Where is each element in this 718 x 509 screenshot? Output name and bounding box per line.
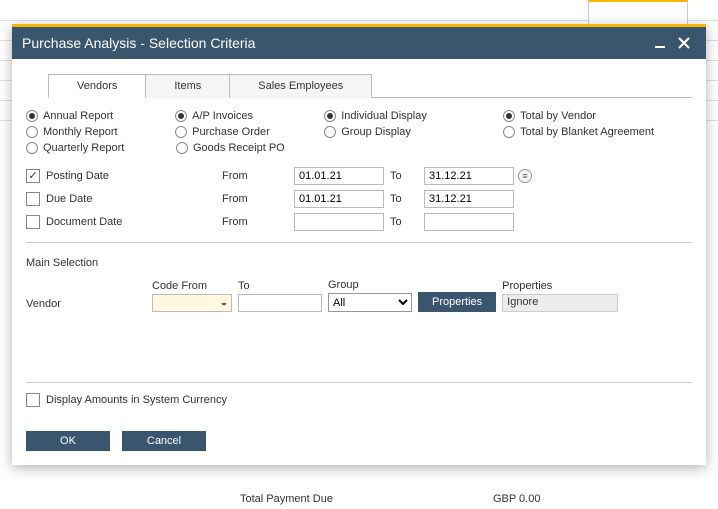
from-label: From xyxy=(222,193,294,205)
tab-vendors[interactable]: Vendors xyxy=(48,74,146,98)
checkbox-document-date[interactable] xyxy=(26,215,40,229)
posting-date-label: Posting Date xyxy=(46,170,109,182)
due-date-to-input[interactable] xyxy=(424,190,514,208)
code-to-label: To xyxy=(238,280,322,292)
tab-sales-employees[interactable]: Sales Employees xyxy=(229,74,372,98)
group-select[interactable]: All xyxy=(328,293,412,312)
cancel-button[interactable]: Cancel xyxy=(122,431,206,451)
radio-label: Goods Receipt PO xyxy=(193,142,285,154)
ok-button[interactable]: OK xyxy=(26,431,110,451)
radio-ap-invoices[interactable]: A/P Invoices xyxy=(175,110,324,122)
posting-date-extra-icon[interactable]: ≡ xyxy=(518,169,532,183)
radio-purchase-order[interactable]: Purchase Order xyxy=(175,126,324,138)
close-button[interactable] xyxy=(672,31,696,55)
radio-quarterly-report[interactable]: Quarterly Report xyxy=(26,142,176,154)
from-label: From xyxy=(222,216,294,228)
radio-label: Purchase Order xyxy=(192,126,270,138)
due-date-from-input[interactable] xyxy=(294,190,384,208)
document-date-to-input[interactable] xyxy=(424,213,514,231)
checkbox-due-date[interactable] xyxy=(26,192,40,206)
to-label: To xyxy=(384,193,424,205)
display-amounts-label: Display Amounts in System Currency xyxy=(46,394,227,406)
titlebar: Purchase Analysis - Selection Criteria xyxy=(12,27,706,59)
radio-annual-report[interactable]: Annual Report xyxy=(26,110,175,122)
code-from-label: Code From xyxy=(152,280,232,292)
window-title: Purchase Analysis - Selection Criteria xyxy=(22,35,648,51)
total-payment-due-label: Total Payment Due xyxy=(240,493,333,505)
tab-items[interactable]: Items xyxy=(145,74,230,98)
radio-label: Monthly Report xyxy=(43,126,118,138)
posting-date-from-input[interactable] xyxy=(294,167,384,185)
to-label: To xyxy=(384,170,424,182)
vendor-label: Vendor xyxy=(26,298,146,312)
radio-label: Total by Vendor xyxy=(520,110,596,122)
radio-individual-display[interactable]: Individual Display xyxy=(324,110,503,122)
radio-label: Quarterly Report xyxy=(43,142,124,154)
from-label: From xyxy=(222,170,294,182)
purchase-analysis-dialog: Purchase Analysis - Selection Criteria V… xyxy=(12,24,706,465)
radio-label: Total by Blanket Agreement xyxy=(520,126,654,138)
code-to-input[interactable] xyxy=(238,294,322,312)
radio-total-by-vendor[interactable]: Total by Vendor xyxy=(503,110,692,122)
main-selection-title: Main Selection xyxy=(26,257,692,269)
document-date-label: Document Date xyxy=(46,216,122,228)
radio-total-by-blanket[interactable]: Total by Blanket Agreement xyxy=(503,126,692,138)
background-status-bar: Total Payment Due GBP 0.00 xyxy=(0,493,718,505)
checkbox-display-amounts[interactable] xyxy=(26,393,40,407)
code-from-input[interactable] xyxy=(152,294,232,312)
posting-date-to-input[interactable] xyxy=(424,167,514,185)
group-label: Group xyxy=(328,279,412,291)
radio-goods-receipt-po[interactable]: Goods Receipt PO xyxy=(176,142,326,154)
properties-value: Ignore xyxy=(502,294,618,312)
radio-label: Individual Display xyxy=(341,110,427,122)
checkbox-posting-date[interactable] xyxy=(26,169,40,183)
radio-label: Annual Report xyxy=(43,110,113,122)
minimize-button[interactable] xyxy=(648,31,672,55)
to-label: To xyxy=(384,216,424,228)
divider xyxy=(26,382,692,383)
properties-button[interactable]: Properties xyxy=(418,292,496,312)
divider xyxy=(26,242,692,243)
radio-label: A/P Invoices xyxy=(192,110,253,122)
radio-group-display[interactable]: Group Display xyxy=(324,126,503,138)
radio-monthly-report[interactable]: Monthly Report xyxy=(26,126,175,138)
properties-label: Properties xyxy=(502,280,618,292)
tab-strip: Vendors Items Sales Employees xyxy=(48,73,692,98)
total-payment-due-value: GBP 0.00 xyxy=(493,493,541,505)
radio-label: Group Display xyxy=(341,126,411,138)
document-date-from-input[interactable] xyxy=(294,213,384,231)
due-date-label: Due Date xyxy=(46,193,92,205)
